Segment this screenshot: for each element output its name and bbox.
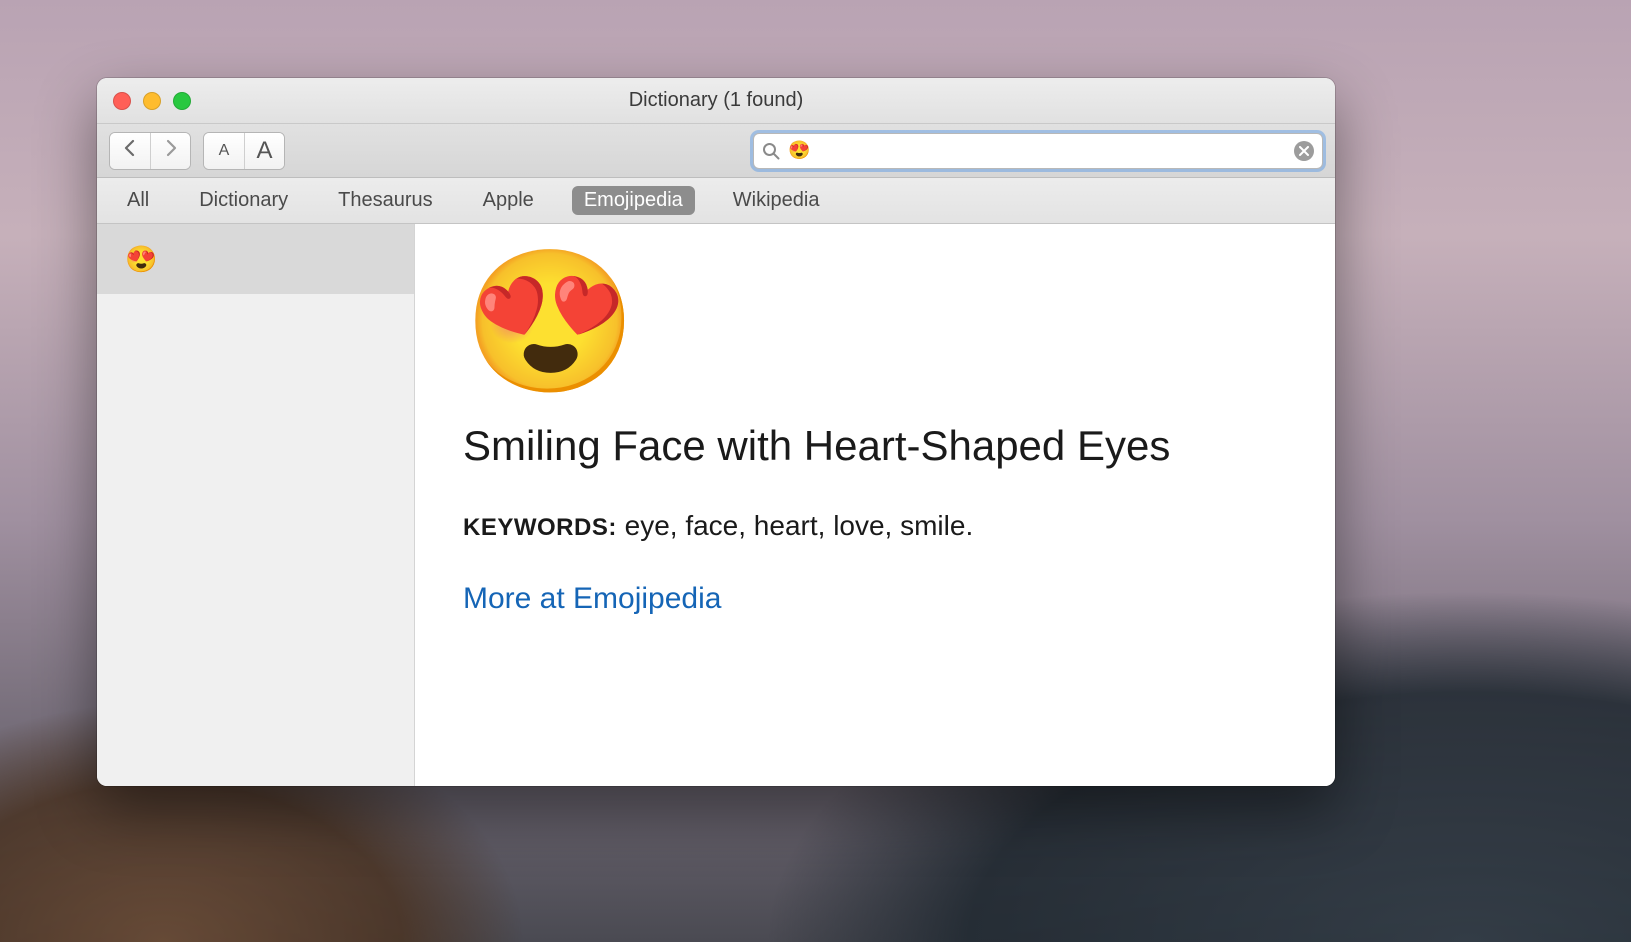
minimize-window-button[interactable] bbox=[143, 92, 161, 110]
scope-all[interactable]: All bbox=[115, 186, 161, 215]
close-window-button[interactable] bbox=[113, 92, 131, 110]
search-field[interactable] bbox=[753, 133, 1323, 169]
toolbar: A A bbox=[97, 124, 1335, 178]
window-title: Dictionary (1 found) bbox=[97, 89, 1335, 112]
entry-keywords: KEYWORDS: eye, face, heart, love, smile. bbox=[463, 510, 1287, 542]
results-sidebar[interactable]: 😍 bbox=[97, 224, 415, 786]
scope-emojipedia[interactable]: Emojipedia bbox=[572, 186, 695, 215]
dictionary-window: Dictionary (1 found) A A bbox=[97, 78, 1335, 786]
definition-pane[interactable]: 😍 Smiling Face with Heart-Shaped Eyes KE… bbox=[415, 224, 1335, 786]
window-controls bbox=[97, 92, 191, 110]
back-button[interactable] bbox=[110, 133, 150, 169]
result-item[interactable]: 😍 bbox=[97, 224, 414, 294]
scope-apple[interactable]: Apple bbox=[471, 186, 546, 215]
zoom-window-button[interactable] bbox=[173, 92, 191, 110]
more-at-emojipedia-link[interactable]: More at Emojipedia bbox=[463, 582, 721, 616]
window-body: 😍 😍 Smiling Face with Heart-Shaped Eyes … bbox=[97, 224, 1335, 786]
chevron-left-icon bbox=[123, 139, 137, 162]
entry-title: Smiling Face with Heart-Shaped Eyes bbox=[463, 422, 1287, 470]
search-input[interactable] bbox=[788, 140, 1286, 161]
search-icon bbox=[762, 142, 780, 160]
keywords-value: eye, face, heart, love, smile. bbox=[617, 510, 973, 541]
forward-button[interactable] bbox=[150, 133, 190, 169]
result-item-label: 😍 bbox=[125, 244, 157, 275]
keywords-label: KEYWORDS: bbox=[463, 514, 617, 541]
clear-search-button[interactable] bbox=[1294, 141, 1314, 161]
increase-text-size-button[interactable]: A bbox=[244, 133, 284, 169]
chevron-right-icon bbox=[164, 139, 178, 162]
scope-wikipedia[interactable]: Wikipedia bbox=[721, 186, 832, 215]
scope-dictionary[interactable]: Dictionary bbox=[187, 186, 300, 215]
decrease-text-size-button[interactable]: A bbox=[204, 133, 244, 169]
entry-emoji: 😍 bbox=[463, 252, 1287, 392]
nav-back-forward bbox=[109, 132, 191, 170]
text-size-control: A A bbox=[203, 132, 285, 170]
titlebar: Dictionary (1 found) bbox=[97, 78, 1335, 124]
scope-thesaurus[interactable]: Thesaurus bbox=[326, 186, 445, 215]
scope-bar: All Dictionary Thesaurus Apple Emojipedi… bbox=[97, 178, 1335, 224]
